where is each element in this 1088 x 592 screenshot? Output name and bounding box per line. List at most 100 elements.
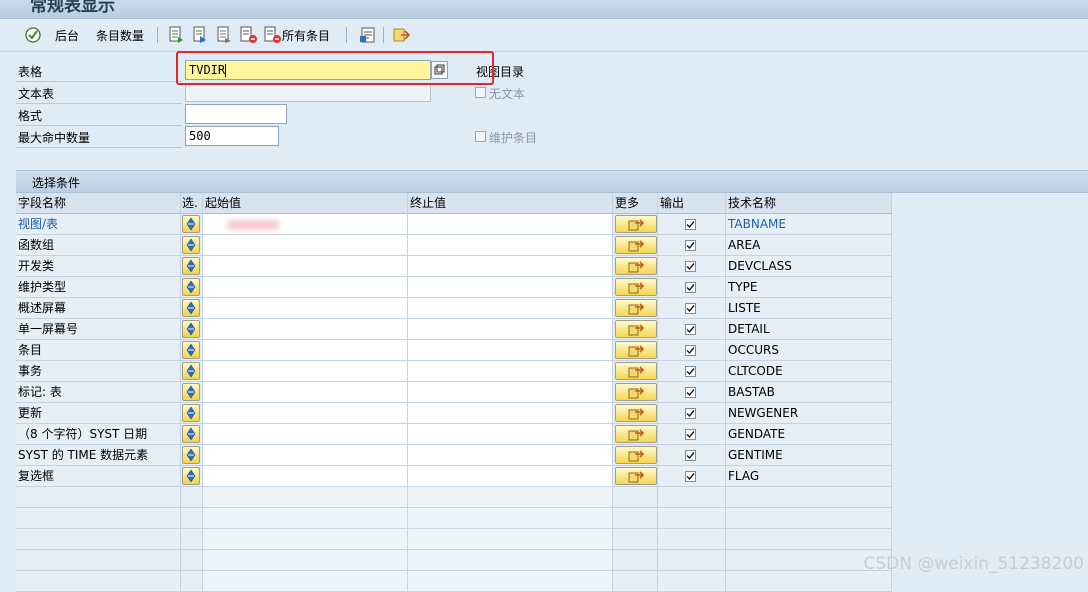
selection-options-button[interactable] [182,467,200,485]
selection-options-button[interactable] [182,278,200,296]
row-field-name: 复选框 [16,466,181,487]
max-hits-input[interactable]: 500 [185,126,279,146]
high-value-input[interactable] [408,466,613,487]
selection-options-button[interactable] [182,320,200,338]
output-checkbox[interactable] [685,282,696,293]
selection-options-button[interactable] [182,236,200,254]
all-entries-button[interactable]: 所有条目 [264,25,330,45]
selection-options-button[interactable] [182,341,200,359]
column-header-more[interactable]: 更多 [613,193,658,214]
deselect-all-button[interactable] [216,25,232,45]
column-header-low[interactable]: 起始值 [203,193,408,214]
multiple-selection-button[interactable] [615,299,657,317]
output-checkbox[interactable] [685,408,696,419]
selection-options-button[interactable] [182,446,200,464]
high-value-input[interactable] [408,403,613,424]
execute-button[interactable] [24,25,42,45]
row-field-name: 函数组 [16,235,181,256]
format-input[interactable] [185,104,287,124]
select-all-button[interactable] [168,25,184,45]
output-checkbox[interactable] [685,471,696,482]
table-row: 单一屏幕号 DETAIL [16,319,892,340]
multiple-selection-button[interactable] [615,320,657,338]
output-checkbox[interactable] [685,387,696,398]
multiple-selection-button[interactable] [615,446,657,464]
low-value-input[interactable] [203,214,408,235]
entry-count-button[interactable]: 条目数量 [96,25,144,45]
empty-cell [181,508,203,529]
maintain-entries-checkbox[interactable] [475,131,486,142]
export-button[interactable] [393,25,411,45]
high-value-input[interactable] [408,277,613,298]
high-value-input[interactable] [408,361,613,382]
low-value-input[interactable] [203,424,408,445]
empty-cell [181,487,203,508]
high-value-input[interactable] [408,298,613,319]
select-block-button[interactable] [192,25,208,45]
selection-options-icon [186,427,196,441]
selection-options-button[interactable] [182,383,200,401]
low-value-input[interactable] [203,277,408,298]
output-checkbox[interactable] [685,261,696,272]
high-value-input[interactable] [408,445,613,466]
low-value-input[interactable] [203,466,408,487]
column-header-select[interactable]: 选. [181,193,203,214]
high-value-input[interactable] [408,340,613,361]
selection-options-button[interactable] [182,299,200,317]
output-checkbox[interactable] [685,303,696,314]
high-value-input[interactable] [408,256,613,277]
low-value-input[interactable] [203,298,408,319]
output-checkbox[interactable] [685,219,696,230]
empty-cell [658,550,726,571]
high-value-input[interactable] [408,214,613,235]
empty-cell [613,550,658,571]
selection-options-button[interactable] [182,215,200,233]
multiple-selection-button[interactable] [615,257,657,275]
no-text-checkbox[interactable] [475,87,486,98]
selection-options-icon [186,301,196,315]
multiple-selection-button[interactable] [615,467,657,485]
multiple-selection-icon [628,324,645,336]
multiple-selection-button[interactable] [615,236,657,254]
column-header-high[interactable]: 终止值 [408,193,613,214]
low-value-input[interactable] [203,382,408,403]
multiple-selection-button[interactable] [615,404,657,422]
field-selection-button[interactable] [359,25,377,45]
output-checkbox[interactable] [685,324,696,335]
low-value-input[interactable] [203,361,408,382]
multiple-selection-button[interactable] [615,278,657,296]
column-header-output[interactable]: 输出 [658,193,726,214]
high-value-input[interactable] [408,382,613,403]
multiple-selection-button[interactable] [615,362,657,380]
high-value-input[interactable] [408,424,613,445]
high-value-input[interactable] [408,319,613,340]
low-value-input[interactable] [203,319,408,340]
column-header-field-name[interactable]: 字段名称 [16,193,181,214]
form-divider [16,81,182,82]
column-header-tech-name[interactable]: 技术名称 [726,193,892,214]
multiple-selection-button[interactable] [615,425,657,443]
output-checkbox[interactable] [685,240,696,251]
table-row: 事务 CLTCODE [16,361,892,382]
low-value-input[interactable] [203,256,408,277]
low-value-input[interactable] [203,403,408,424]
selection-options-button[interactable] [182,362,200,380]
multiple-selection-button[interactable] [615,341,657,359]
multiple-selection-button[interactable] [615,383,657,401]
low-value-input[interactable] [203,235,408,256]
selection-options-button[interactable] [182,404,200,422]
deselect-all-icon [217,26,231,43]
delete-selection-button[interactable] [240,25,258,45]
high-value-input[interactable] [408,235,613,256]
output-checkbox[interactable] [685,429,696,440]
multiple-selection-button[interactable] [615,215,657,233]
output-checkbox[interactable] [685,345,696,356]
low-value-input[interactable] [203,340,408,361]
low-value-input[interactable] [203,445,408,466]
output-checkbox[interactable] [685,366,696,377]
selection-options-button[interactable] [182,425,200,443]
background-button[interactable]: 后台 [55,25,79,45]
export-icon [393,28,411,42]
selection-options-button[interactable] [182,257,200,275]
output-checkbox[interactable] [685,450,696,461]
